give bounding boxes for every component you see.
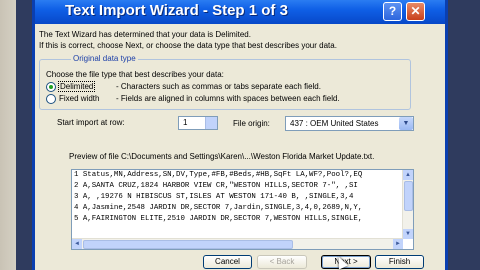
- preview-file-label: Preview of file C:\Documents and Setting…: [69, 152, 375, 161]
- intro-line-1: The Text Wizard has determined that your…: [39, 30, 251, 39]
- vertical-scroll-thumb[interactable]: [404, 181, 413, 211]
- original-data-type-group: Choose the file type that best describes…: [39, 59, 411, 110]
- choose-file-type-label: Choose the file type that best describes…: [46, 70, 224, 79]
- scroll-right-icon[interactable]: ►: [393, 239, 403, 249]
- intro-line-2: If this is correct, choose Next, or choo…: [39, 41, 337, 50]
- preview-line: 5 A,FAIRINGTON ELITE,2510 JARDIN DR,SECT…: [74, 215, 363, 223]
- chevron-down-icon[interactable]: ▼: [399, 117, 413, 130]
- preview-line: 3 A, ,19276 N HIBISCUS ST,ISLES AT WESTO…: [74, 193, 354, 201]
- background-window-edge: [0, 0, 16, 270]
- file-origin-label: File origin:: [233, 119, 270, 128]
- text-import-wizard-dialog: Text Import Wizard - Step 1 of 3 ? ✕ The…: [32, 0, 448, 270]
- scroll-left-icon[interactable]: ◄: [72, 239, 82, 249]
- preview-line: 4 A,Jasmine,2548 JARDIN DR,SECTOR 7,Jard…: [74, 204, 363, 212]
- preview-line: 1 Status,MN,Address,SN,DV,Type,#FB,#Beds…: [74, 171, 363, 179]
- radio-delimited-label[interactable]: Delimited: [58, 81, 96, 92]
- original-data-type-label: Original data type: [71, 54, 138, 63]
- cancel-button[interactable]: Cancel: [203, 255, 252, 269]
- scroll-down-icon[interactable]: ▼: [403, 229, 413, 239]
- back-button[interactable]: < Back: [257, 255, 307, 269]
- file-preview[interactable]: 1 Status,MN,Address,SN,DV,Type,#FB,#Beds…: [71, 169, 414, 250]
- fixed-width-description: - Fields are aligned in columns with spa…: [116, 94, 340, 103]
- title-bar[interactable]: Text Import Wizard - Step 1 of 3 ? ✕: [35, 0, 445, 24]
- preview-vertical-scrollbar[interactable]: ▲ ▼: [402, 170, 413, 239]
- row-spinner[interactable]: [205, 117, 217, 129]
- finish-button[interactable]: Finish: [375, 255, 424, 269]
- delimited-description: - Characters such as commas or tabs sepa…: [116, 82, 321, 91]
- scroll-up-icon[interactable]: ▲: [403, 170, 413, 180]
- close-button[interactable]: ✕: [406, 2, 425, 21]
- preview-horizontal-scrollbar[interactable]: ◄ ►: [72, 238, 403, 249]
- help-button[interactable]: ?: [383, 2, 402, 21]
- file-origin-select[interactable]: 437 : OEM United States: [285, 116, 414, 131]
- radio-fixed-width-label[interactable]: Fixed width: [59, 94, 99, 103]
- dialog-title: Text Import Wizard - Step 1 of 3: [65, 2, 288, 19]
- horizontal-scroll-thumb[interactable]: [83, 240, 293, 249]
- radio-delimited-circle[interactable]: [46, 82, 56, 92]
- radio-fixed-width-circle[interactable]: [46, 94, 56, 104]
- start-import-label: Start import at row:: [57, 118, 125, 127]
- dialog-body: The Text Wizard has determined that your…: [35, 24, 445, 270]
- preview-line: 2 A,SANTA CRUZ,1824 HARBOR VIEW CR,"WEST…: [74, 182, 358, 190]
